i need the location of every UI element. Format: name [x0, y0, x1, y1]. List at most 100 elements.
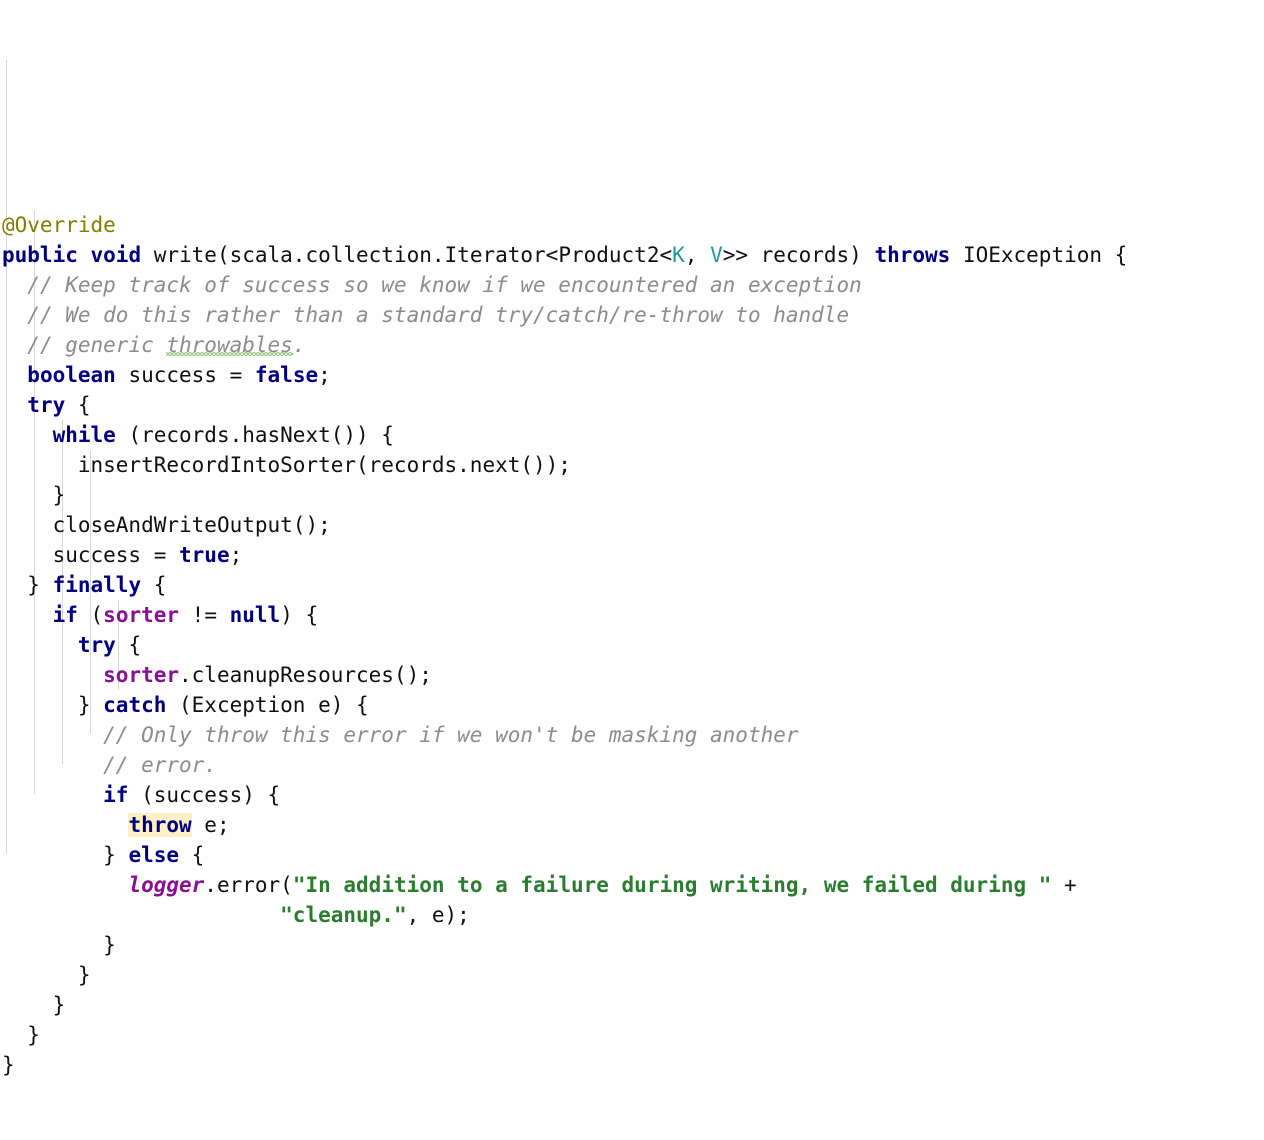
token-plain: success = [115, 363, 255, 387]
token-typeparam: K [672, 243, 685, 267]
token-plain: { [115, 633, 142, 657]
code-line[interactable]: public void write(scala.collection.Itera… [0, 240, 1264, 270]
token-keyword: while [52, 423, 116, 447]
token-plain: { [179, 843, 205, 867]
token-plain: .error( [204, 873, 293, 897]
code-line[interactable]: if (sorter != null) { [0, 600, 1264, 630]
code-line[interactable]: "cleanup.", e); [0, 900, 1264, 930]
code-line[interactable]: } else { [0, 840, 1264, 870]
token-plain: } [52, 483, 66, 507]
code-line[interactable]: } [0, 990, 1264, 1020]
token-field: sorter [103, 603, 180, 627]
token-keyword: else [128, 843, 180, 867]
token-plain: ) { [280, 603, 319, 627]
code-line[interactable]: while (records.hasNext()) { [0, 420, 1264, 450]
token-plain: .cleanupResources(); [179, 663, 432, 687]
token-plain: } [27, 1023, 40, 1047]
token-keyword: public [2, 243, 78, 267]
code-line[interactable]: // error. [0, 750, 1264, 780]
token-field: sorter [103, 663, 180, 687]
code-line[interactable]: } finally { [0, 570, 1264, 600]
token-plain: , e); [406, 903, 470, 927]
code-line[interactable]: boolean success = false; [0, 360, 1264, 390]
code-line[interactable]: } catch (Exception e) { [0, 690, 1264, 720]
code-line[interactable]: try { [0, 390, 1264, 420]
code-line[interactable]: success = true; [0, 540, 1264, 570]
code-line[interactable]: // generic throwables. [0, 330, 1264, 360]
token-plain: (Exception e) { [166, 693, 369, 717]
code-line[interactable]: } [0, 930, 1264, 960]
token-keyword: catch [103, 693, 167, 717]
token-keyword: true [179, 543, 230, 567]
code-line[interactable]: } [0, 1050, 1264, 1080]
code-line[interactable]: closeAndWriteOutput(); [0, 510, 1264, 540]
token-comment: . [292, 333, 306, 357]
token-plain: (success) { [128, 783, 281, 807]
code-line[interactable]: logger.error("In addition to a failure d… [0, 870, 1264, 900]
token-typeparam: V [710, 243, 723, 267]
token-comment: // We do this rather than a standard try… [27, 303, 850, 327]
token-plain: write(scala.collection.Iterator<Product2… [141, 243, 673, 267]
token-keyword: void [90, 243, 142, 267]
code-lines: @Override public void write(scala.collect… [0, 210, 1264, 1080]
code-line[interactable]: @Override [0, 210, 1264, 240]
token-plain: success = [52, 543, 180, 567]
token-field-static: logger [128, 873, 205, 897]
token-annotation: @Override [2, 213, 116, 237]
code-line[interactable]: // Only throw this error if we won't be … [0, 720, 1264, 750]
token-comment: // generic [27, 333, 167, 357]
code-line[interactable]: } [0, 480, 1264, 510]
code-line[interactable]: try { [0, 630, 1264, 660]
token-plain: } [77, 693, 104, 717]
code-line[interactable]: } [0, 1020, 1264, 1050]
token-comment: // error. [103, 753, 217, 777]
token-plain: } [52, 993, 66, 1017]
token-string: "cleanup." [280, 903, 407, 927]
token-plain: closeAndWriteOutput(); [52, 513, 331, 537]
token-keyword: finally [52, 573, 142, 597]
token-comment: // Only throw this error if we won't be … [103, 723, 799, 747]
token-keyword: boolean [27, 363, 116, 387]
token-string: "In addition to a failure during writing… [292, 873, 1052, 897]
token-plain: insertRecordIntoSorter(records.next()); [77, 453, 571, 477]
token-plain: ; [229, 543, 243, 567]
code-line[interactable]: insertRecordIntoSorter(records.next()); [0, 450, 1264, 480]
token-comment: throwables [166, 333, 292, 357]
code-editor[interactable]: @Override public void write(scala.collect… [0, 0, 1264, 1077]
token-plain: ; [318, 363, 331, 387]
token-plain: + [1051, 873, 1077, 897]
token-plain: } [2, 1053, 15, 1077]
token-plain: } [27, 573, 53, 597]
code-line[interactable]: sorter.cleanupResources(); [0, 660, 1264, 690]
code-line[interactable]: } [0, 960, 1264, 990]
spellcheck-underline: throwables [166, 333, 293, 357]
token-plain: != [179, 603, 230, 627]
code-line[interactable]: // Keep track of success so we know if w… [0, 270, 1264, 300]
code-line[interactable]: if (success) { [0, 780, 1264, 810]
code-line[interactable]: throw e; [0, 810, 1264, 840]
code-line[interactable]: // We do this rather than a standard try… [0, 300, 1264, 330]
token-keyword: try [77, 633, 116, 657]
token-keyword: try [27, 393, 66, 417]
